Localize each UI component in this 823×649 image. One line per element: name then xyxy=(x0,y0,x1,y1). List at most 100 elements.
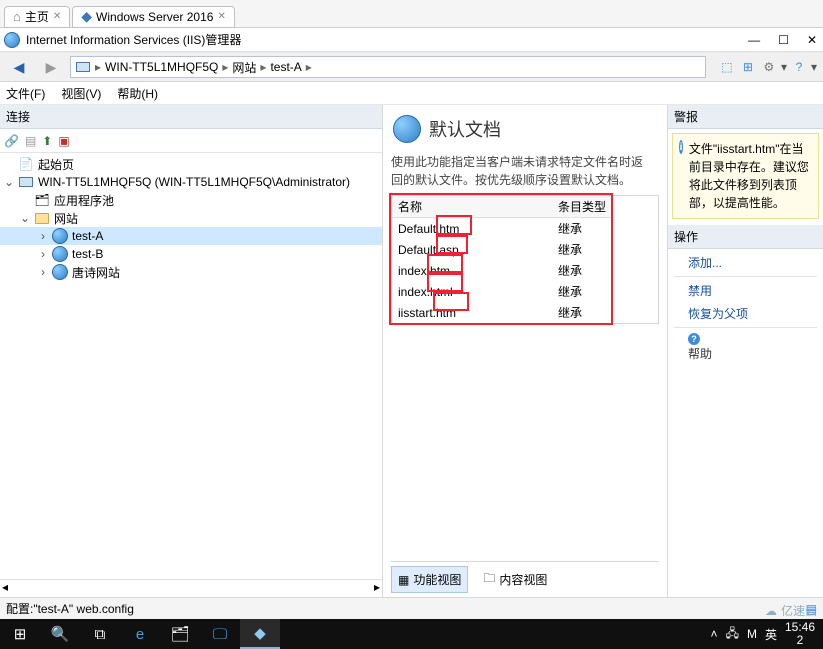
chevron-right-icon: ▸ xyxy=(306,60,312,74)
save-icon[interactable]: ▤ xyxy=(25,134,36,148)
ime-indicator[interactable]: M xyxy=(747,627,757,641)
ie-button[interactable]: e xyxy=(120,619,160,649)
iis-icon: ◆ xyxy=(81,8,92,25)
search-button[interactable]: 🔍 xyxy=(40,619,80,649)
settings-icon[interactable]: ⚙ xyxy=(760,58,778,76)
network-icon[interactable]: 🖧 xyxy=(726,624,739,645)
close-icon[interactable]: ✕ xyxy=(53,11,61,22)
tree-node-test-a[interactable]: ›test-A xyxy=(0,227,382,245)
action-add[interactable]: 添加... xyxy=(668,251,823,274)
dropdown-icon[interactable]: ▾ xyxy=(811,60,817,74)
site-icon xyxy=(52,246,68,262)
scroll-right-icon[interactable]: ▸ xyxy=(374,580,380,597)
twisty-open-icon[interactable]: ⌄ xyxy=(4,175,14,189)
menu-view[interactable]: 视图(V) xyxy=(61,85,101,102)
scroll-left-icon[interactable]: ◂ xyxy=(2,580,8,597)
page-icon: 📄 xyxy=(18,156,34,172)
taskbar-clock[interactable]: 15:46 2 xyxy=(785,621,815,647)
tab-active[interactable]: ◆ Windows Server 2016 ✕ xyxy=(72,6,235,28)
features-view-button[interactable]: ▦功能视图 xyxy=(391,566,468,593)
nav-row: ◀ ▶ ▸ WIN-TT5L1MHQF5Q ▸ 网站 ▸ test-A ▸ ⬚ … xyxy=(0,52,823,82)
help-icon[interactable]: ? xyxy=(790,58,808,76)
manage-icon[interactable]: ⊞ xyxy=(739,58,757,76)
alerts-header: 警报 xyxy=(668,105,823,129)
table-row[interactable]: index.htm继承 xyxy=(392,260,612,281)
maximize-button[interactable]: ☐ xyxy=(778,33,789,47)
close-icon[interactable]: ✕ xyxy=(217,11,225,22)
action-reset[interactable]: 恢复为父项 xyxy=(668,302,823,325)
breadcrumb-site[interactable]: test-A xyxy=(270,60,301,74)
server-icon xyxy=(18,174,34,190)
apppool-icon: 🗂 xyxy=(34,192,50,208)
nav-forward-button[interactable]: ▶ xyxy=(38,54,64,80)
breadcrumb[interactable]: ▸ WIN-TT5L1MHQF5Q ▸ 网站 ▸ test-A ▸ xyxy=(70,56,706,78)
twisty-closed-icon[interactable]: › xyxy=(38,265,48,279)
actions-pane: 警报 i 文件"iisstart.htm"在当前目录中存在。建议您将此文件移到列… xyxy=(668,105,823,597)
list-icon: ▦ xyxy=(398,573,409,587)
tree-node-sites[interactable]: ⌄网站 xyxy=(0,209,382,227)
import-icon[interactable]: ⬚ xyxy=(718,58,736,76)
browser-tab-strip: ⌂ 主页 ✕ ◆ Windows Server 2016 ✕ xyxy=(0,0,823,28)
chevron-right-icon: ▸ xyxy=(95,60,101,74)
status-text: 配置:"test-A" web.config xyxy=(6,600,134,617)
tab-home-label: 主页 xyxy=(25,8,49,25)
dropdown-icon[interactable]: ▾ xyxy=(781,60,787,74)
tree-node-test-b[interactable]: ›test-B xyxy=(0,245,382,263)
table-row[interactable]: iisstart.htm继承 xyxy=(392,302,612,323)
iis-app-button[interactable]: ◆ xyxy=(240,619,280,649)
site-icon xyxy=(52,264,68,280)
twisty-closed-icon[interactable]: › xyxy=(38,229,48,243)
tray: ˄ 🖧 M 英 15:46 2 xyxy=(703,621,823,647)
statusbar: 配置:"test-A" web.config ▤ xyxy=(0,597,823,619)
start-button[interactable]: ⊞ xyxy=(0,619,40,649)
home-icon: ⌂ xyxy=(13,9,21,24)
action-help[interactable]: ?帮助 xyxy=(668,330,823,365)
twisty-closed-icon[interactable]: › xyxy=(38,247,48,261)
table-row[interactable]: index.html继承 xyxy=(392,281,612,302)
separator xyxy=(674,276,817,277)
col-name[interactable]: 名称 xyxy=(392,196,552,218)
table-row[interactable]: Default.asp继承 xyxy=(392,239,612,260)
tab-home[interactable]: ⌂ 主页 ✕ xyxy=(4,6,70,28)
up-icon[interactable]: ⬆ xyxy=(42,134,52,148)
connect-icon[interactable]: 🔗 xyxy=(4,134,19,148)
watermark: ☁亿速云 xyxy=(765,602,817,619)
tree-node-apppools[interactable]: 🗂应用程序池 xyxy=(0,191,382,209)
server-icon xyxy=(75,59,91,75)
col-type[interactable]: 条目类型 xyxy=(552,196,612,218)
stop-icon[interactable]: ▣ xyxy=(58,134,69,148)
connections-pane: 连接 🔗 ▤ ⬆ ▣ 📄起始页 ⌄WIN-TT5L1MHQF5Q (WIN-TT… xyxy=(0,105,383,597)
connections-tree: 📄起始页 ⌄WIN-TT5L1MHQF5Q (WIN-TT5L1MHQF5Q\A… xyxy=(0,153,382,597)
tray-chevron-icon[interactable]: ˄ xyxy=(711,627,718,641)
menu-file[interactable]: 文件(F) xyxy=(6,85,45,102)
site-icon xyxy=(52,228,68,244)
table-row[interactable]: Default.htm继承 xyxy=(392,218,612,240)
tree-node-server[interactable]: ⌄WIN-TT5L1MHQF5Q (WIN-TT5L1MHQF5Q\Admini… xyxy=(0,173,382,191)
breadcrumb-sites[interactable]: 网站 xyxy=(232,59,256,76)
window-close-button[interactable]: ✕ xyxy=(807,33,817,47)
connections-toolbar: 🔗 ▤ ⬆ ▣ xyxy=(0,129,382,153)
taskbar: ⊞ 🔍 ⧉ e 🗂 🖵 ◆ ˄ 🖧 M 英 15:46 2 xyxy=(0,619,823,649)
monitor-button[interactable]: 🖵 xyxy=(200,619,240,649)
explorer-button[interactable]: 🗂 xyxy=(160,619,200,649)
tree-node-startpage[interactable]: 📄起始页 xyxy=(0,155,382,173)
default-docs-grid[interactable]: 名称 条目类型 Default.htm继承 Default.asp继承 inde… xyxy=(392,196,658,323)
menu-help[interactable]: 帮助(H) xyxy=(117,85,158,102)
ime-lang[interactable]: 英 xyxy=(765,626,777,643)
action-disable[interactable]: 禁用 xyxy=(668,279,823,302)
cloud-icon: ☁ xyxy=(765,604,777,618)
content-view-button[interactable]: 🗀内容视图 xyxy=(476,566,554,593)
tree-node-poem[interactable]: ›唐诗网站 xyxy=(0,263,382,281)
breadcrumb-root[interactable]: WIN-TT5L1MHQF5Q xyxy=(105,60,218,74)
twisty-open-icon[interactable]: ⌄ xyxy=(20,211,30,225)
minimize-button[interactable]: — xyxy=(748,33,760,47)
nav-back-button[interactable]: ◀ xyxy=(6,54,32,80)
actions-header: 操作 xyxy=(668,225,823,249)
taskview-button[interactable]: ⧉ xyxy=(80,619,120,649)
window-title: Internet Information Services (IIS)管理器 xyxy=(26,31,241,48)
page-title: 默认文档 xyxy=(429,116,501,142)
folder-icon: 🗀 xyxy=(483,569,495,590)
chevron-right-icon: ▸ xyxy=(260,60,266,74)
feature-pane: 默认文档 使用此功能指定当客户端未请求特定文件名时返回的默认文件。按优先级顺序设… xyxy=(383,105,668,597)
info-icon: i xyxy=(679,140,683,154)
